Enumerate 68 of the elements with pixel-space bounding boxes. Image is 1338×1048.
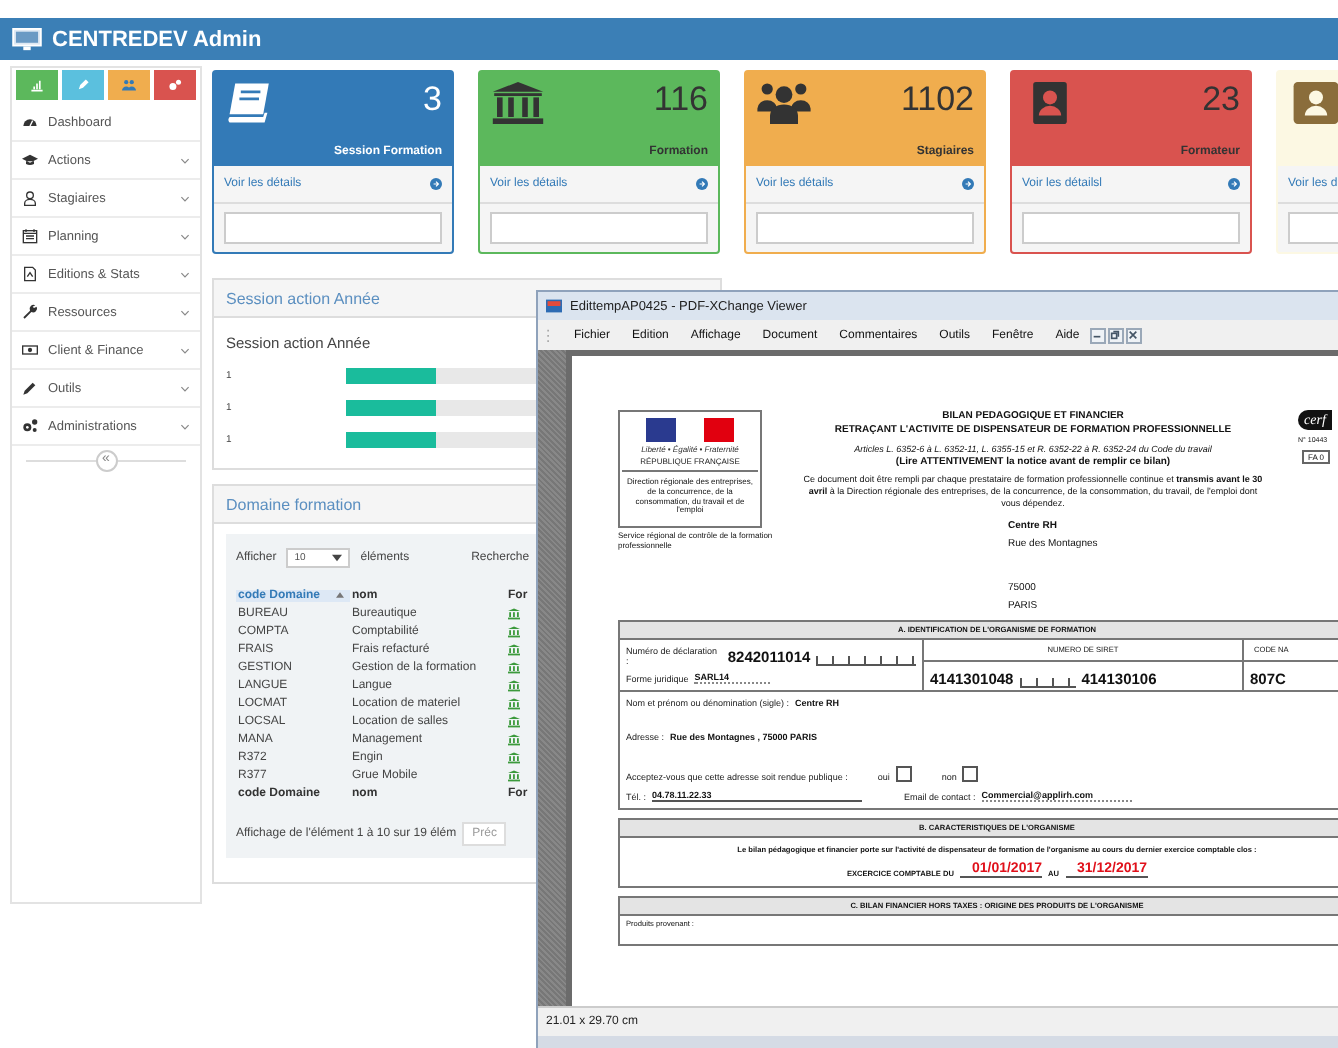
gears-icon <box>168 78 182 92</box>
chevron-icon <box>180 157 190 163</box>
caret-icon <box>332 554 343 562</box>
chevron-icon <box>180 385 190 391</box>
arrow-circle-icon <box>696 178 708 190</box>
digit-boxes <box>1019 678 1076 688</box>
app-icon <box>546 298 562 314</box>
panel-title: Domaine formation <box>226 495 362 513</box>
building-icon <box>508 679 520 691</box>
stat-value: 116 <box>653 80 708 120</box>
minimize-icon <box>1092 330 1103 340</box>
stat-value: 23 <box>1202 80 1240 120</box>
shortcut-button[interactable] <box>16 70 58 100</box>
sort-icon <box>336 592 344 598</box>
building-icon <box>508 697 520 709</box>
calendar-icon <box>22 228 38 244</box>
chevron-icon <box>180 309 190 315</box>
dashboard-icon <box>22 114 38 130</box>
shortcut-button[interactable] <box>62 70 104 100</box>
user-icon <box>22 190 38 206</box>
arrow-circle-icon <box>1228 178 1240 190</box>
input-field[interactable] <box>224 212 442 244</box>
chevron-icon <box>180 271 190 277</box>
input-field[interactable] <box>1022 212 1240 244</box>
users-icon <box>756 80 812 126</box>
shortcut-button[interactable] <box>154 70 196 100</box>
minimize-button[interactable] <box>1089 327 1106 343</box>
arrow-circle-icon <box>962 178 974 190</box>
checkbox[interactable] <box>962 766 979 782</box>
chart-icon <box>30 78 44 92</box>
chevron-icon <box>180 347 190 353</box>
monitor-icon <box>12 27 42 51</box>
app-title: CENTREDEV Admin <box>52 27 262 51</box>
shortcut-button[interactable] <box>108 70 150 100</box>
document-icon <box>22 266 38 282</box>
building-icon <box>508 751 520 763</box>
stat-value: 1102 <box>900 80 974 120</box>
chevron-icon <box>180 233 190 239</box>
flag-drawing <box>646 418 734 442</box>
building-icon <box>508 733 520 745</box>
chevron-icon <box>180 423 190 429</box>
pencil-icon <box>22 380 38 396</box>
checkbox[interactable] <box>895 766 912 782</box>
stat-value: 3 <box>423 80 442 120</box>
graduation-cap-icon <box>22 152 38 168</box>
input-field[interactable] <box>756 212 974 244</box>
arrow-circle-icon <box>430 178 442 190</box>
building-icon <box>508 625 520 637</box>
pencil-icon <box>76 78 90 92</box>
banknote-icon <box>22 342 38 358</box>
close-button[interactable] <box>1125 327 1142 343</box>
grip-icon <box>546 328 552 342</box>
gears-icon <box>22 418 38 434</box>
restore-icon <box>1110 330 1121 340</box>
digit-boxes <box>816 656 916 666</box>
building-icon <box>508 715 520 727</box>
wrench-icon <box>22 304 38 320</box>
building-icon <box>490 80 546 126</box>
restore-button[interactable] <box>1107 327 1124 343</box>
input-field[interactable] <box>490 212 708 244</box>
building-icon <box>508 607 520 619</box>
close-icon <box>1128 330 1139 340</box>
users-icon <box>122 78 136 92</box>
building-icon <box>508 643 520 655</box>
chevron-icon <box>180 195 190 201</box>
building-icon <box>508 769 520 781</box>
building-icon <box>508 661 520 673</box>
panel-title: Session action Année <box>226 289 380 307</box>
